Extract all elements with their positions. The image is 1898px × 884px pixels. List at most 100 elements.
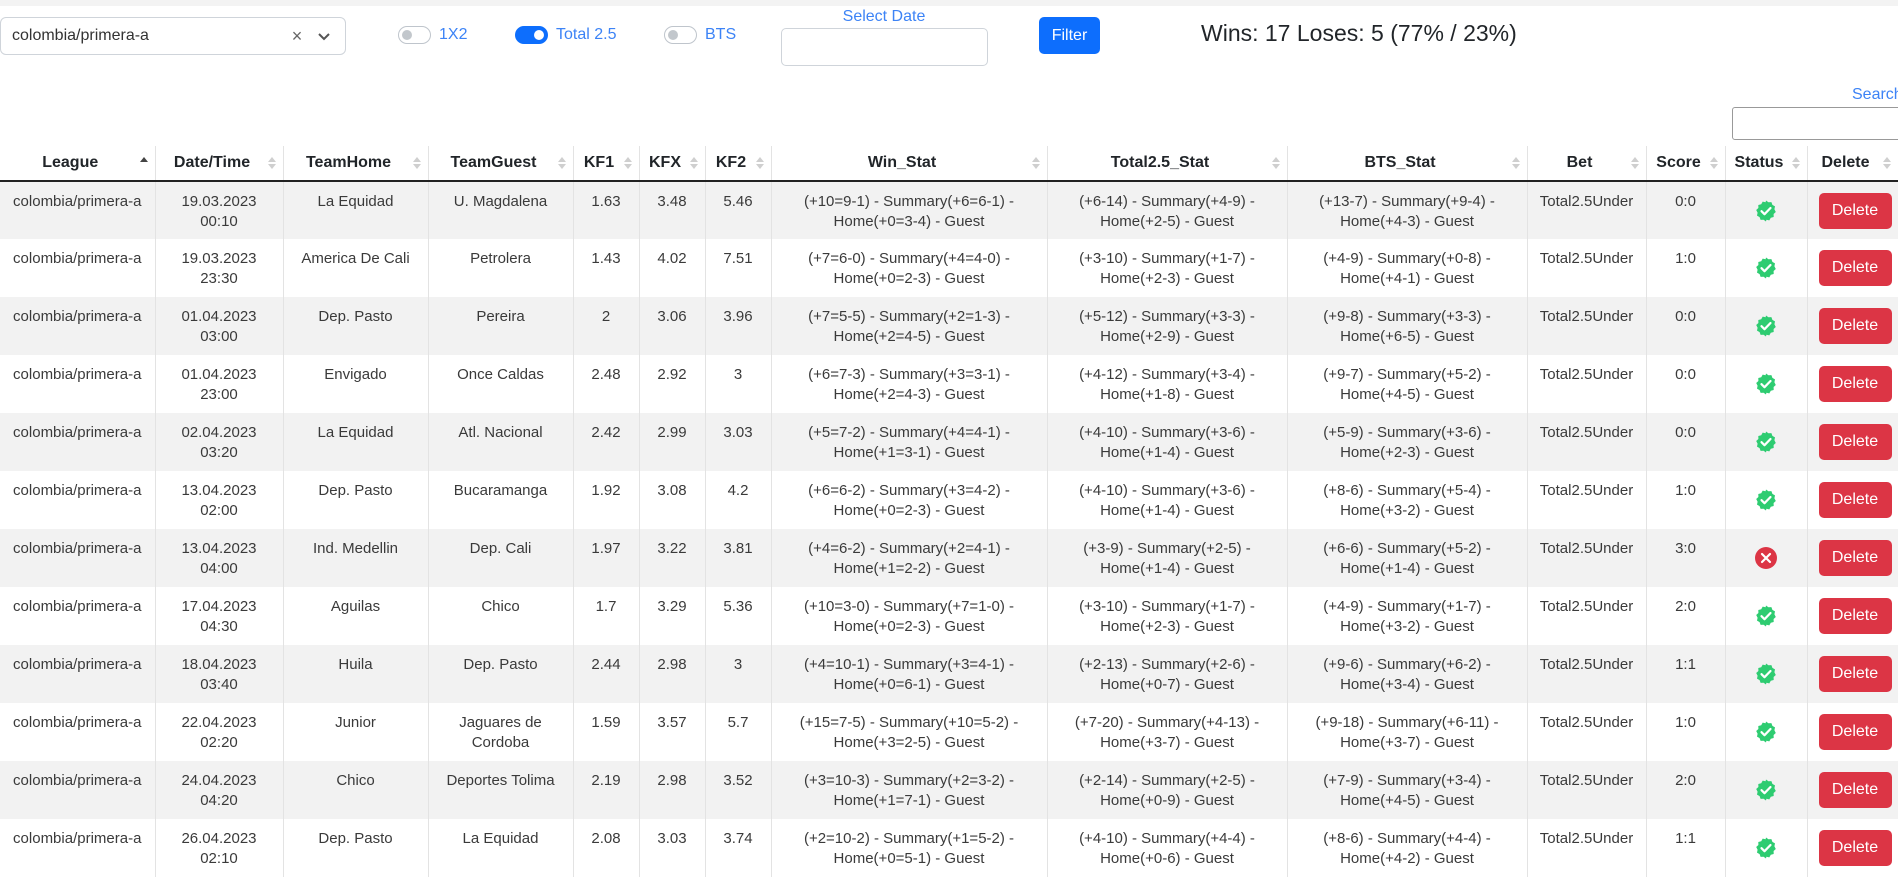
toggle-bts[interactable]: BTS xyxy=(664,24,736,46)
table-row[interactable]: colombia/primera-a 01.04.2023 23:00 Envigad… xyxy=(0,355,1898,413)
cell-bts-stat-text: Home(+6-5) - Guest xyxy=(1340,328,1474,345)
cell-bts-stat-text: (+9-6) - Summary(+6-2) - xyxy=(1323,656,1491,673)
cell-datetime: 17.04.2023 04:30 xyxy=(155,587,284,645)
cell-datetime: 26.04.2023 02:10 xyxy=(155,819,284,877)
table-row[interactable]: colombia/primera-a 13.04.2023 02:00 Dep. Pa… xyxy=(0,471,1898,529)
toggle-1x2-label: 1X2 xyxy=(439,26,468,43)
cell-bts-stat-text: Home(+3-2) - Guest xyxy=(1340,618,1474,635)
table-row[interactable]: colombia/primera-a 13.04.2023 04:00 Ind. Me… xyxy=(0,529,1898,587)
cell-kf1-text: 1.97 xyxy=(591,540,621,557)
cell-league: colombia/primera-a xyxy=(0,645,156,703)
column-header-kfx[interactable]: KFX xyxy=(639,146,706,182)
delete-button[interactable]: Delete xyxy=(1818,424,1892,460)
column-header-kf2[interactable]: KF2 xyxy=(705,146,772,182)
cell-bts-stat-text: (+8-6) - Summary(+4-4) - xyxy=(1323,830,1491,847)
cell-kfx: 3.06 xyxy=(639,297,706,355)
cell-teamguest: Bucaramanga xyxy=(428,471,574,529)
cell-win-stat-text: Home(+0=2-3) - Guest xyxy=(833,270,985,287)
cell-status xyxy=(1725,645,1808,703)
cell-teamguest-text: Once Caldas xyxy=(457,366,544,383)
table-row[interactable]: colombia/primera-a 19.03.2023 00:10 La Equi… xyxy=(0,181,1898,239)
cell-bts-stat-text: (+7-9) - Summary(+3-4) - xyxy=(1323,772,1491,789)
cell-delete: Delete xyxy=(1807,587,1898,645)
toggle-1x2[interactable]: 1X2 xyxy=(398,24,467,46)
clear-icon[interactable]: × xyxy=(287,26,307,47)
cell-bts-stat: (+4-9) - Summary(+0-8) - Home(+4-1) - Gue… xyxy=(1287,239,1528,297)
cell-kf2: 3 xyxy=(705,645,772,703)
delete-button[interactable]: Delete xyxy=(1818,250,1892,286)
toggle-total25[interactable]: Total 2.5 xyxy=(515,24,616,46)
date-input[interactable] xyxy=(781,28,988,66)
chevron-down-icon[interactable] xyxy=(313,25,335,47)
table-row[interactable]: colombia/primera-a 18.04.2023 03:40 Huila De… xyxy=(0,645,1898,703)
cell-total25-stat: (+2-13) - Summary(+2-6) - Home(+0-7) - Gu… xyxy=(1047,645,1288,703)
cell-bet-text: Total2.5Under xyxy=(1539,598,1634,615)
cell-teamguest: Deportes Tolima xyxy=(428,761,574,819)
cell-status xyxy=(1725,471,1808,529)
column-header-status[interactable]: Status xyxy=(1725,146,1808,182)
table-row[interactable]: colombia/primera-a 02.04.2023 03:20 La Equi… xyxy=(0,413,1898,471)
table-row[interactable]: colombia/primera-a 26.04.2023 02:10 Dep. Pa… xyxy=(0,819,1898,877)
cell-bet: Total2.5Under xyxy=(1527,413,1647,471)
cell-total25-stat-text: (+4-10) - Summary(+3-6) - xyxy=(1079,482,1255,499)
league-select[interactable]: colombia/primera-a × xyxy=(0,17,346,55)
column-header-teamhome[interactable]: TeamHome xyxy=(283,146,429,182)
column-header-score[interactable]: Score xyxy=(1646,146,1726,182)
cell-datetime: 02.04.2023 03:20 xyxy=(155,413,284,471)
sort-icon xyxy=(1630,157,1639,169)
delete-button[interactable]: Delete xyxy=(1818,540,1892,576)
cell-teamguest: Pereira xyxy=(428,297,574,355)
switch-1x2[interactable] xyxy=(398,26,431,44)
delete-button[interactable]: Delete xyxy=(1818,308,1892,344)
cell-delete: Delete xyxy=(1807,413,1898,471)
column-header-league[interactable]: League xyxy=(0,146,156,182)
delete-button[interactable]: Delete xyxy=(1818,772,1892,808)
check-badge-icon xyxy=(1754,488,1778,512)
delete-button[interactable]: Delete xyxy=(1818,598,1892,634)
cell-teamguest-text: Atl. Nacional xyxy=(458,424,543,441)
check-badge-icon xyxy=(1754,662,1778,686)
cell-bts-stat: (+6-6) - Summary(+5-2) - Home(+1-4) - Gue… xyxy=(1287,529,1528,587)
column-header-bts-stat[interactable]: BTS_Stat xyxy=(1287,146,1528,182)
cell-score-text: 1:0 xyxy=(1675,714,1696,731)
delete-button[interactable]: Delete xyxy=(1818,482,1892,518)
cell-kfx-text: 3.06 xyxy=(657,308,687,325)
delete-button[interactable]: Delete xyxy=(1818,192,1892,229)
table-row[interactable]: colombia/primera-a 17.04.2023 04:30 Aguilas… xyxy=(0,587,1898,645)
cell-bts-stat: (+9-6) - Summary(+6-2) - Home(+3-4) - Gue… xyxy=(1287,645,1528,703)
column-header-total25-stat[interactable]: Total2.5_Stat xyxy=(1047,146,1288,182)
column-header-bet[interactable]: Bet xyxy=(1527,146,1647,182)
cell-total25-stat-text: Home(+1-8) - Guest xyxy=(1100,386,1234,403)
cell-win-stat-text: Home(+0=2-3) - Guest xyxy=(833,502,985,519)
column-header-teamguest[interactable]: TeamGuest xyxy=(428,146,574,182)
table-row[interactable]: colombia/primera-a 01.04.2023 03:00 Dep. Pa… xyxy=(0,297,1898,355)
column-header-datetime[interactable]: Date/Time xyxy=(155,146,284,182)
cell-bet: Total2.5Under xyxy=(1527,761,1647,819)
search-input[interactable] xyxy=(1732,107,1898,140)
cell-score-text: 1:0 xyxy=(1675,250,1696,267)
cell-teamhome: America De Cali xyxy=(283,239,429,297)
sort-icon xyxy=(1271,157,1280,169)
cell-datetime-text: 03:00 xyxy=(200,328,238,345)
switch-total25[interactable] xyxy=(515,26,548,44)
switch-bts[interactable] xyxy=(664,26,697,44)
cell-win-stat-text: (+7=5-5) - Summary(+2=1-3) - xyxy=(808,308,1010,325)
filter-button[interactable]: Filter xyxy=(1039,17,1100,54)
column-header-kf1[interactable]: KF1 xyxy=(573,146,640,182)
cell-kf2: 4.2 xyxy=(705,471,772,529)
table-row[interactable]: colombia/primera-a 19.03.2023 23:30 America… xyxy=(0,239,1898,297)
cell-total25-stat-text: Home(+2-3) - Guest xyxy=(1100,270,1234,287)
table-row[interactable]: colombia/primera-a 22.04.2023 02:20 Junior J… xyxy=(0,703,1898,761)
delete-button[interactable]: Delete xyxy=(1818,366,1892,402)
column-header-delete[interactable]: Delete xyxy=(1807,146,1898,182)
table-row[interactable]: colombia/primera-a 24.04.2023 04:20 Chico De… xyxy=(0,761,1898,819)
delete-button[interactable]: Delete xyxy=(1818,830,1892,866)
delete-button[interactable]: Delete xyxy=(1818,656,1892,692)
cell-score-text: 0:0 xyxy=(1675,308,1696,325)
cell-total25-stat-text: Home(+1-4) - Guest xyxy=(1100,560,1234,577)
delete-button[interactable]: Delete xyxy=(1818,714,1892,750)
cell-bts-stat: (+4-9) - Summary(+1-7) - Home(+3-2) - Gue… xyxy=(1287,587,1528,645)
column-header-win-stat[interactable]: Win_Stat xyxy=(771,146,1048,182)
cell-status xyxy=(1725,587,1808,645)
cell-bts-stat: (+8-6) - Summary(+4-4) - Home(+4-2) - Gue… xyxy=(1287,819,1528,877)
